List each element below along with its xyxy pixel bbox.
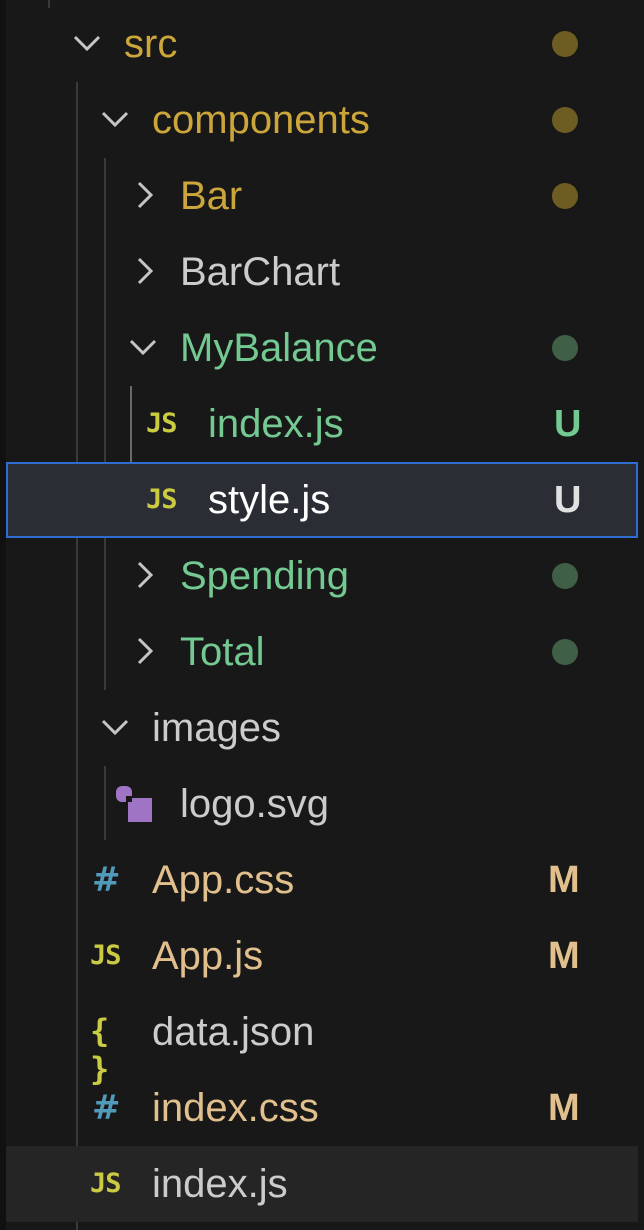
untracked-dot (552, 335, 578, 361)
tree-file-logo-svg[interactable]: logo.svg (6, 766, 638, 842)
js-icon: JS (90, 940, 122, 971)
chevron-down-icon[interactable] (94, 82, 134, 158)
folder-label: images (152, 706, 281, 750)
untracked-badge: U (554, 403, 582, 445)
tree-file-mybalance-index-js[interactable]: JS index.js U (6, 386, 638, 462)
file-label: style.js (208, 478, 331, 522)
css-hash-icon: # (92, 860, 121, 900)
tree-file-mybalance-style-js[interactable]: JS style.js U (6, 462, 638, 538)
tree-file-index-js[interactable]: JS index.js (6, 1146, 638, 1222)
css-hash-icon: # (92, 1088, 121, 1128)
untracked-dot (552, 639, 578, 665)
js-icon: JS (90, 1168, 122, 1199)
chevron-right-icon[interactable] (124, 538, 164, 614)
tree-file-index-css[interactable]: # index.css M (6, 1070, 638, 1146)
chevron-right-icon[interactable] (124, 614, 164, 690)
modified-dot (552, 107, 578, 133)
modified-badge: M (548, 1087, 580, 1129)
js-icon: JS (146, 408, 178, 439)
modified-badge: M (548, 859, 580, 901)
chevron-down-icon[interactable] (122, 310, 162, 386)
tree-folder-bar[interactable]: Bar (6, 158, 638, 234)
modified-dot (552, 31, 578, 57)
tree-file-app-css[interactable]: # App.css M (6, 842, 638, 918)
tree-folder-mybalance[interactable]: MyBalance (6, 310, 638, 386)
tree-folder-src[interactable]: src (6, 6, 638, 82)
folder-label: components (152, 98, 370, 142)
file-label: App.js (152, 934, 264, 978)
chevron-right-icon[interactable] (124, 234, 164, 310)
modified-badge: M (548, 935, 580, 977)
file-label: index.js (208, 402, 344, 446)
tree-folder-images[interactable]: images (6, 690, 638, 766)
untracked-dot (552, 563, 578, 589)
tree-file-app-js[interactable]: JS App.js M (6, 918, 638, 994)
file-label: data.json (152, 1010, 315, 1054)
chevron-down-icon[interactable] (66, 6, 106, 82)
file-explorer-tree: src components Bar BarChart MyBalance JS… (0, 0, 644, 1230)
chevron-down-icon[interactable] (94, 690, 134, 766)
file-label: App.css (152, 858, 295, 902)
file-label: index.js (152, 1162, 288, 1206)
tree-folder-components[interactable]: components (6, 82, 638, 158)
tree-folder-barchart[interactable]: BarChart (6, 234, 638, 310)
svg-image-icon (116, 766, 160, 842)
untracked-badge: U (554, 479, 582, 521)
js-icon: JS (146, 484, 178, 515)
json-braces-icon: { } (90, 1012, 110, 1088)
folder-label: src (124, 22, 178, 66)
chevron-right-icon[interactable] (124, 158, 164, 234)
tree-file-data-json[interactable]: { } data.json (6, 994, 638, 1088)
folder-label: BarChart (180, 250, 341, 294)
folder-label: MyBalance (180, 326, 378, 370)
file-label: logo.svg (180, 782, 329, 826)
folder-label: Spending (180, 554, 350, 598)
tree-folder-total[interactable]: Total (6, 614, 638, 690)
modified-dot (552, 183, 578, 209)
folder-label: Bar (180, 174, 243, 218)
folder-label: Total (180, 630, 265, 674)
tree-folder-spending[interactable]: Spending (6, 538, 638, 614)
file-label: index.css (152, 1086, 319, 1130)
